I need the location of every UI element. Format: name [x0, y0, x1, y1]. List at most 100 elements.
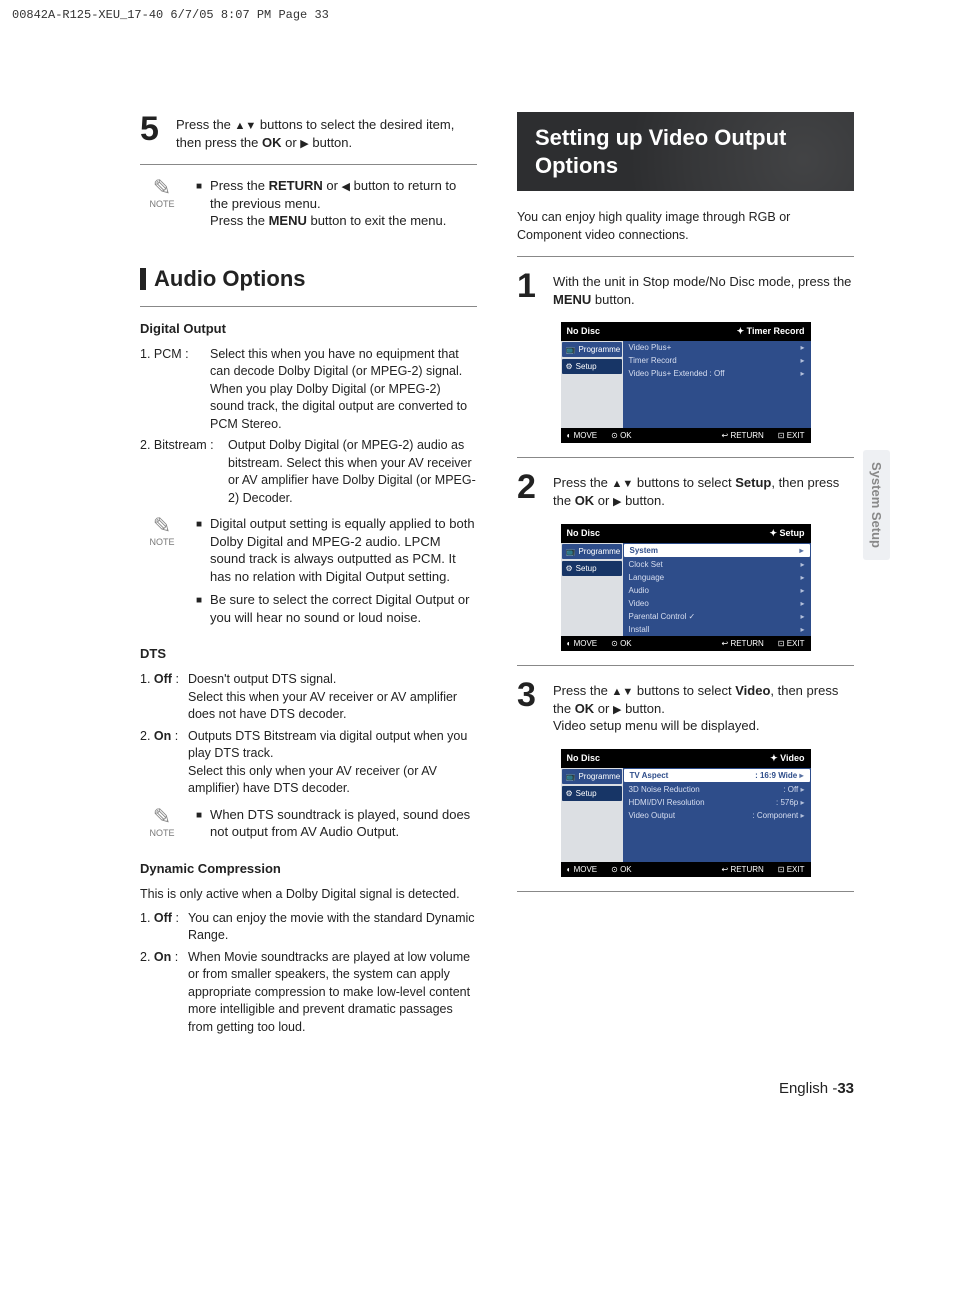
ss-row: HDMI/DVI Resolution: 576p ▸ — [623, 796, 811, 809]
ss-title-right: Timer Record — [737, 326, 805, 337]
page-number: 33 — [837, 1080, 854, 1097]
subhead-digital-output: Digital Output — [140, 321, 477, 336]
ss-row: Video Plus+▸ — [623, 341, 811, 354]
ss-title-left: No Disc — [567, 326, 601, 337]
text: When Movie soundtracks are played at low… — [188, 949, 477, 1037]
step-number: 1 — [517, 269, 543, 303]
label: 1. Off : — [140, 671, 188, 724]
intro-paragraph: You can enjoy high quality image through… — [517, 209, 854, 244]
step-2: 2 Press the ▲▼ buttons to select Setup, … — [517, 470, 854, 510]
heading-text: Audio Options — [154, 266, 306, 292]
ss-row: Audio▸ — [623, 584, 811, 597]
step-number: 2 — [517, 470, 543, 504]
ss-row: Language▸ — [623, 571, 811, 584]
ss-side-setup: ⚙Setup — [562, 359, 622, 374]
divider — [140, 306, 477, 307]
print-slug: 00842A-R125-XEU_17-40 6/7/05 8:07 PM Pag… — [0, 0, 954, 22]
ss-footer: ◐ MOVE ⊙ OK ↩ RETURN ⊡ EXIT — [561, 862, 811, 877]
menu-screenshot-3: No Disc Video 📺Programme ⚙Setup TV Aspect… — [561, 749, 811, 877]
text: button. — [309, 135, 352, 150]
divider — [140, 164, 477, 165]
label: 2. On : — [140, 728, 188, 798]
ok-label: OK — [262, 135, 282, 150]
ss-title-right: Video — [770, 753, 804, 764]
list-item: 1. Off : Doesn't output DTS signal.Selec… — [140, 671, 477, 724]
right-icon: ▶ — [300, 138, 308, 150]
right-column: Setting up Video Output Options You can … — [517, 112, 854, 1040]
pencil-icon: ✎ — [153, 806, 171, 828]
ss-side-setup: ⚙Setup — [562, 786, 622, 801]
text: Select this when you have no equipment t… — [210, 346, 477, 434]
label: 1. PCM : — [140, 346, 210, 434]
menu-screenshot-1: No DiscTimer Record 📺Programme ⚙Setup Vi… — [561, 322, 811, 443]
step-number: 5 — [140, 112, 166, 146]
ss-title-left: No Disc — [567, 528, 601, 539]
step-text: Press the ▲▼ buttons to select the desir… — [176, 112, 477, 152]
bullet-icon: ■ — [196, 591, 202, 626]
divider — [517, 891, 854, 892]
ss-row: Timer Record▸ — [623, 354, 811, 367]
subhead-dts: DTS — [140, 646, 477, 661]
left-column: 5 Press the ▲▼ buttons to select the des… — [140, 112, 477, 1040]
heading-bar-icon — [140, 268, 146, 290]
ss-row: Video Plus+ Extended : Off▸ — [623, 367, 811, 380]
list-item: 1. Off : You can enjoy the movie with th… — [140, 910, 477, 945]
note-text: Digital output setting is equally applie… — [210, 515, 477, 585]
step-subtext: Video setup menu will be displayed. — [553, 718, 759, 733]
step-1: 1 With the unit in Stop mode/No Disc mod… — [517, 269, 854, 308]
divider — [517, 665, 854, 666]
ss-side-programme: 📺Programme — [562, 544, 622, 559]
list-item: 2. On : Outputs DTS Bitstream via digita… — [140, 728, 477, 798]
note-block-2: ✎ NOTE ■Digital output setting is equall… — [140, 515, 477, 632]
note-block-3: ✎ NOTE ■When DTS soundtrack is played, s… — [140, 806, 477, 847]
ss-side-programme: 📺Programme — [562, 769, 622, 784]
text: Output Dolby Digital (or MPEG-2) audio a… — [228, 437, 477, 507]
note-block-1: ✎ NOTE ■ Press the RETURN or ◀ button to… — [140, 177, 477, 236]
text: Outputs DTS Bitstream via digital output… — [188, 728, 477, 798]
ss-footer: ◐ MOVE ⊙ OK ↩ RETURN ⊡ EXIT — [561, 428, 811, 443]
note-label: NOTE — [149, 537, 174, 547]
bullet-icon: ■ — [196, 806, 202, 841]
label: 1. Off : — [140, 910, 188, 945]
section-tab: System Setup — [863, 450, 890, 560]
note-text: Be sure to select the correct Digital Ou… — [210, 591, 477, 626]
list-item: 1. PCM : Select this when you have no eq… — [140, 346, 477, 434]
divider — [517, 457, 854, 458]
note-text: When DTS soundtrack is played, sound doe… — [210, 806, 477, 841]
ss-row: Parental Control ✓▸ — [623, 610, 811, 623]
paragraph: This is only active when a Dolby Digital… — [140, 886, 477, 904]
note-text: Press the RETURN or ◀ button to return t… — [210, 177, 477, 230]
ss-title-right: Setup — [769, 528, 804, 539]
subhead-dynamic-compression: Dynamic Compression — [140, 861, 477, 876]
step-5: 5 Press the ▲▼ buttons to select the des… — [140, 112, 477, 152]
bullet-icon: ■ — [196, 515, 202, 585]
text: or — [282, 135, 301, 150]
step-3: 3 Press the ▲▼ buttons to select Video, … — [517, 678, 854, 735]
step-number: 3 — [517, 678, 543, 712]
left-icon: ◀ — [342, 181, 350, 193]
ss-row: Install▸ — [623, 623, 811, 636]
ss-title-left: No Disc — [567, 753, 601, 764]
footer-language: English - — [779, 1080, 837, 1097]
up-down-icon: ▲▼ — [235, 120, 257, 132]
ss-row: Video Output: Component ▸ — [623, 809, 811, 822]
ss-row: Clock Set▸ — [623, 558, 811, 571]
ss-row: 3D Noise Reduction: Off ▸ — [623, 783, 811, 796]
ss-row-selected: TV Aspect: 16:9 Wide ▸ — [624, 769, 810, 782]
label: 2. Bitstream : — [140, 437, 228, 507]
list-item: 2. Bitstream : Output Dolby Digital (or … — [140, 437, 477, 507]
note-label: NOTE — [149, 828, 174, 838]
text: Doesn't output DTS signal.Select this wh… — [188, 671, 477, 724]
pencil-icon: ✎ — [153, 515, 171, 537]
pencil-icon: ✎ — [153, 177, 171, 199]
up-down-icon: ▲▼ — [612, 686, 634, 698]
step-text: With the unit in Stop mode/No Disc mode,… — [553, 269, 854, 308]
step-text: Press the ▲▼ buttons to select Setup, th… — [553, 470, 854, 510]
ss-row-selected: System▸ — [624, 544, 810, 557]
ss-side-setup: ⚙Setup — [562, 561, 622, 576]
note-label: NOTE — [149, 199, 174, 209]
divider — [517, 256, 854, 257]
text: You can enjoy the movie with the standar… — [188, 910, 477, 945]
text: Press the — [176, 117, 235, 132]
menu-screenshot-2: No Disc Setup 📺Programme ⚙Setup System▸ C… — [561, 524, 811, 651]
